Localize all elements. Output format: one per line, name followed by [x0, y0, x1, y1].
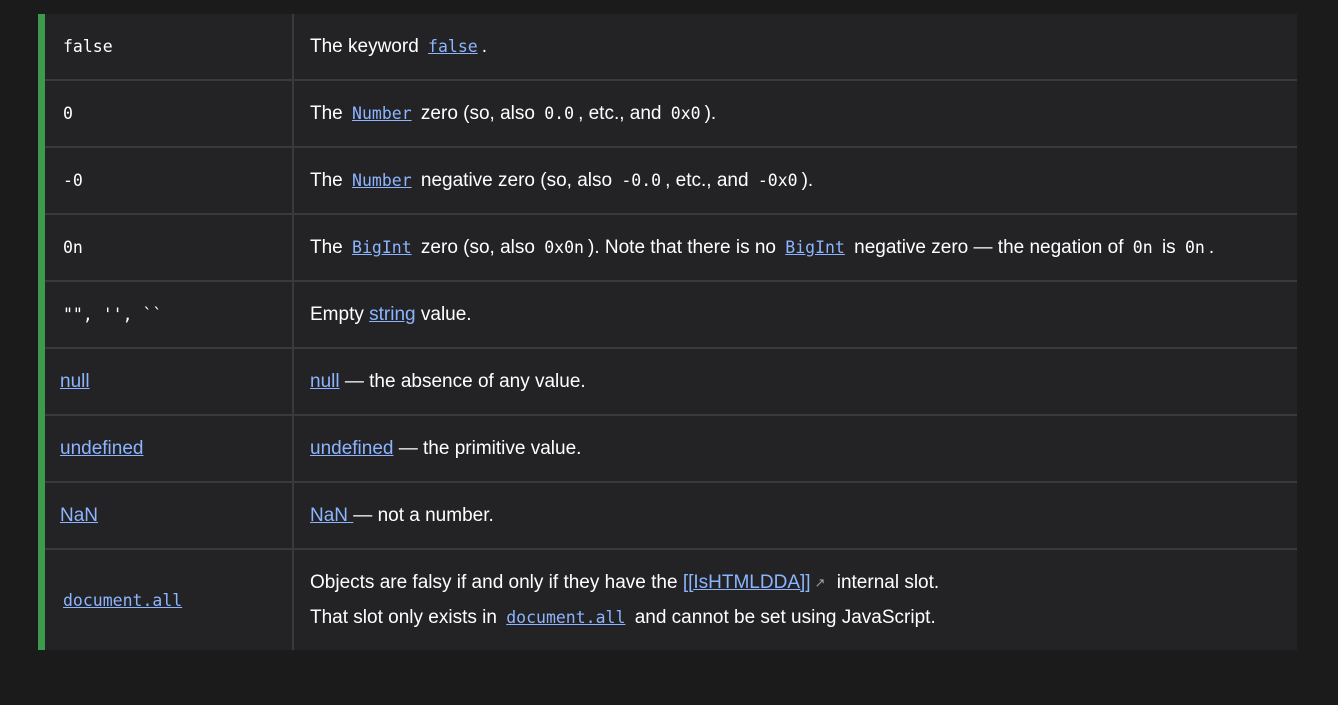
- desc-text: zero (so, also: [415, 102, 541, 124]
- number-link[interactable]: Number: [348, 171, 416, 190]
- value-cell: NaN: [45, 483, 294, 548]
- inline-code: 0x0: [670, 104, 701, 123]
- desc-text: That slot only exists in: [310, 607, 503, 628]
- desc-text: negative zero (so, also: [415, 169, 618, 191]
- value-cell: "", '', ``: [45, 282, 294, 347]
- desc-text: ).: [801, 169, 814, 191]
- desc-text: is: [1156, 236, 1181, 258]
- description-cell: Objects are falsy if and only if they ha…: [294, 550, 1297, 650]
- table-row: document.all Objects are falsy if and on…: [45, 550, 1297, 650]
- external-link-icon: ↗: [814, 575, 826, 590]
- table-row: false The keyword false .: [45, 14, 1297, 81]
- table-row: -0 The Number negative zero (so, also -0…: [45, 148, 1297, 215]
- description-cell: The Number zero (so, also 0.0, etc., and…: [294, 81, 1297, 146]
- desc-text: .: [1208, 236, 1215, 258]
- ishtmlddi-link[interactable]: [[IsHTMLDDA]]: [683, 572, 811, 593]
- document-all-link[interactable]: document.all: [502, 608, 629, 627]
- number-link[interactable]: Number: [348, 104, 416, 123]
- desc-text: , etc., and: [665, 169, 754, 191]
- value-cell: undefined: [45, 416, 294, 481]
- false-link[interactable]: false: [424, 37, 482, 56]
- desc-text: Objects are falsy if and only if they ha…: [310, 572, 683, 593]
- description-cell: The Number negative zero (so, also -0.0,…: [294, 148, 1297, 213]
- table-row: "", '', `` Empty string value.: [45, 282, 1297, 349]
- desc-text: The: [310, 236, 349, 258]
- inline-code: 0.0: [544, 104, 575, 123]
- description-cell: null — the absence of any value.: [294, 349, 1297, 414]
- desc-text: ).: [704, 102, 717, 124]
- bigint-link[interactable]: BigInt: [781, 238, 849, 257]
- null-link[interactable]: null: [310, 371, 340, 393]
- value-code: 0: [63, 104, 73, 123]
- table-row: null null — the absence of any value.: [45, 349, 1297, 416]
- value-cell: 0: [45, 81, 294, 146]
- value-cell: document.all: [45, 550, 294, 650]
- desc-line: Objects are falsy if and only if they ha…: [310, 565, 939, 600]
- desc-text: .: [481, 35, 487, 57]
- desc-text: ). Note that there is no: [588, 236, 782, 258]
- nan-link[interactable]: NaN: [310, 505, 353, 527]
- desc-text: — the primitive value.: [393, 437, 582, 459]
- desc-text: The keyword: [310, 35, 425, 57]
- table-row: NaN NaN — not a number.: [45, 483, 1297, 550]
- inline-code: -0x0: [757, 171, 798, 190]
- string-link[interactable]: string: [369, 304, 415, 326]
- table-row: undefined undefined — the primitive valu…: [45, 416, 1297, 483]
- value-cell: 0n: [45, 215, 294, 280]
- desc-text: , etc., and: [578, 102, 667, 124]
- desc-text: zero (so, also: [415, 236, 541, 258]
- value-code: false: [63, 37, 113, 56]
- value-cell: null: [45, 349, 294, 414]
- null-link[interactable]: null: [60, 371, 90, 393]
- inline-code: -0.0: [621, 171, 662, 190]
- table-row: 0n The BigInt zero (so, also 0x0n). Note…: [45, 215, 1297, 282]
- desc-text: The: [310, 169, 349, 191]
- desc-line: That slot only exists in document.all an…: [310, 600, 936, 635]
- desc-text: — the absence of any value.: [339, 370, 586, 392]
- table-row: 0 The Number zero (so, also 0.0, etc., a…: [45, 81, 1297, 148]
- undefined-link[interactable]: undefined: [60, 438, 143, 460]
- description-cell: Empty string value.: [294, 282, 1297, 347]
- desc-text: — not a number.: [353, 504, 494, 526]
- inline-code: 0x0n: [544, 238, 584, 257]
- inline-code: 0n: [1132, 238, 1153, 257]
- nan-link[interactable]: NaN: [60, 505, 98, 527]
- undefined-link[interactable]: undefined: [310, 438, 393, 460]
- bigint-link[interactable]: BigInt: [348, 238, 416, 257]
- desc-text: value.: [415, 303, 472, 325]
- falsy-values-table: false The keyword false . 0 The Number z…: [38, 14, 1297, 650]
- value-code: -0: [63, 171, 83, 190]
- value-cell: false: [45, 14, 294, 79]
- desc-text: The: [310, 102, 349, 124]
- inline-code: 0n: [1184, 238, 1205, 257]
- description-cell: NaN — not a number.: [294, 483, 1297, 548]
- desc-text: internal slot.: [831, 572, 940, 593]
- value-code: "", '', ``: [63, 305, 163, 324]
- description-cell: The BigInt zero (so, also 0x0n). Note th…: [294, 215, 1297, 280]
- value-cell: -0: [45, 148, 294, 213]
- desc-text: and cannot be set using JavaScript.: [629, 607, 936, 628]
- document-all-link[interactable]: document.all: [60, 591, 186, 610]
- description-cell: The keyword false .: [294, 14, 1297, 79]
- description-cell: undefined — the primitive value.: [294, 416, 1297, 481]
- desc-text: Empty: [310, 303, 370, 325]
- desc-text: negative zero — the negation of: [848, 236, 1129, 258]
- value-code: 0n: [63, 238, 83, 257]
